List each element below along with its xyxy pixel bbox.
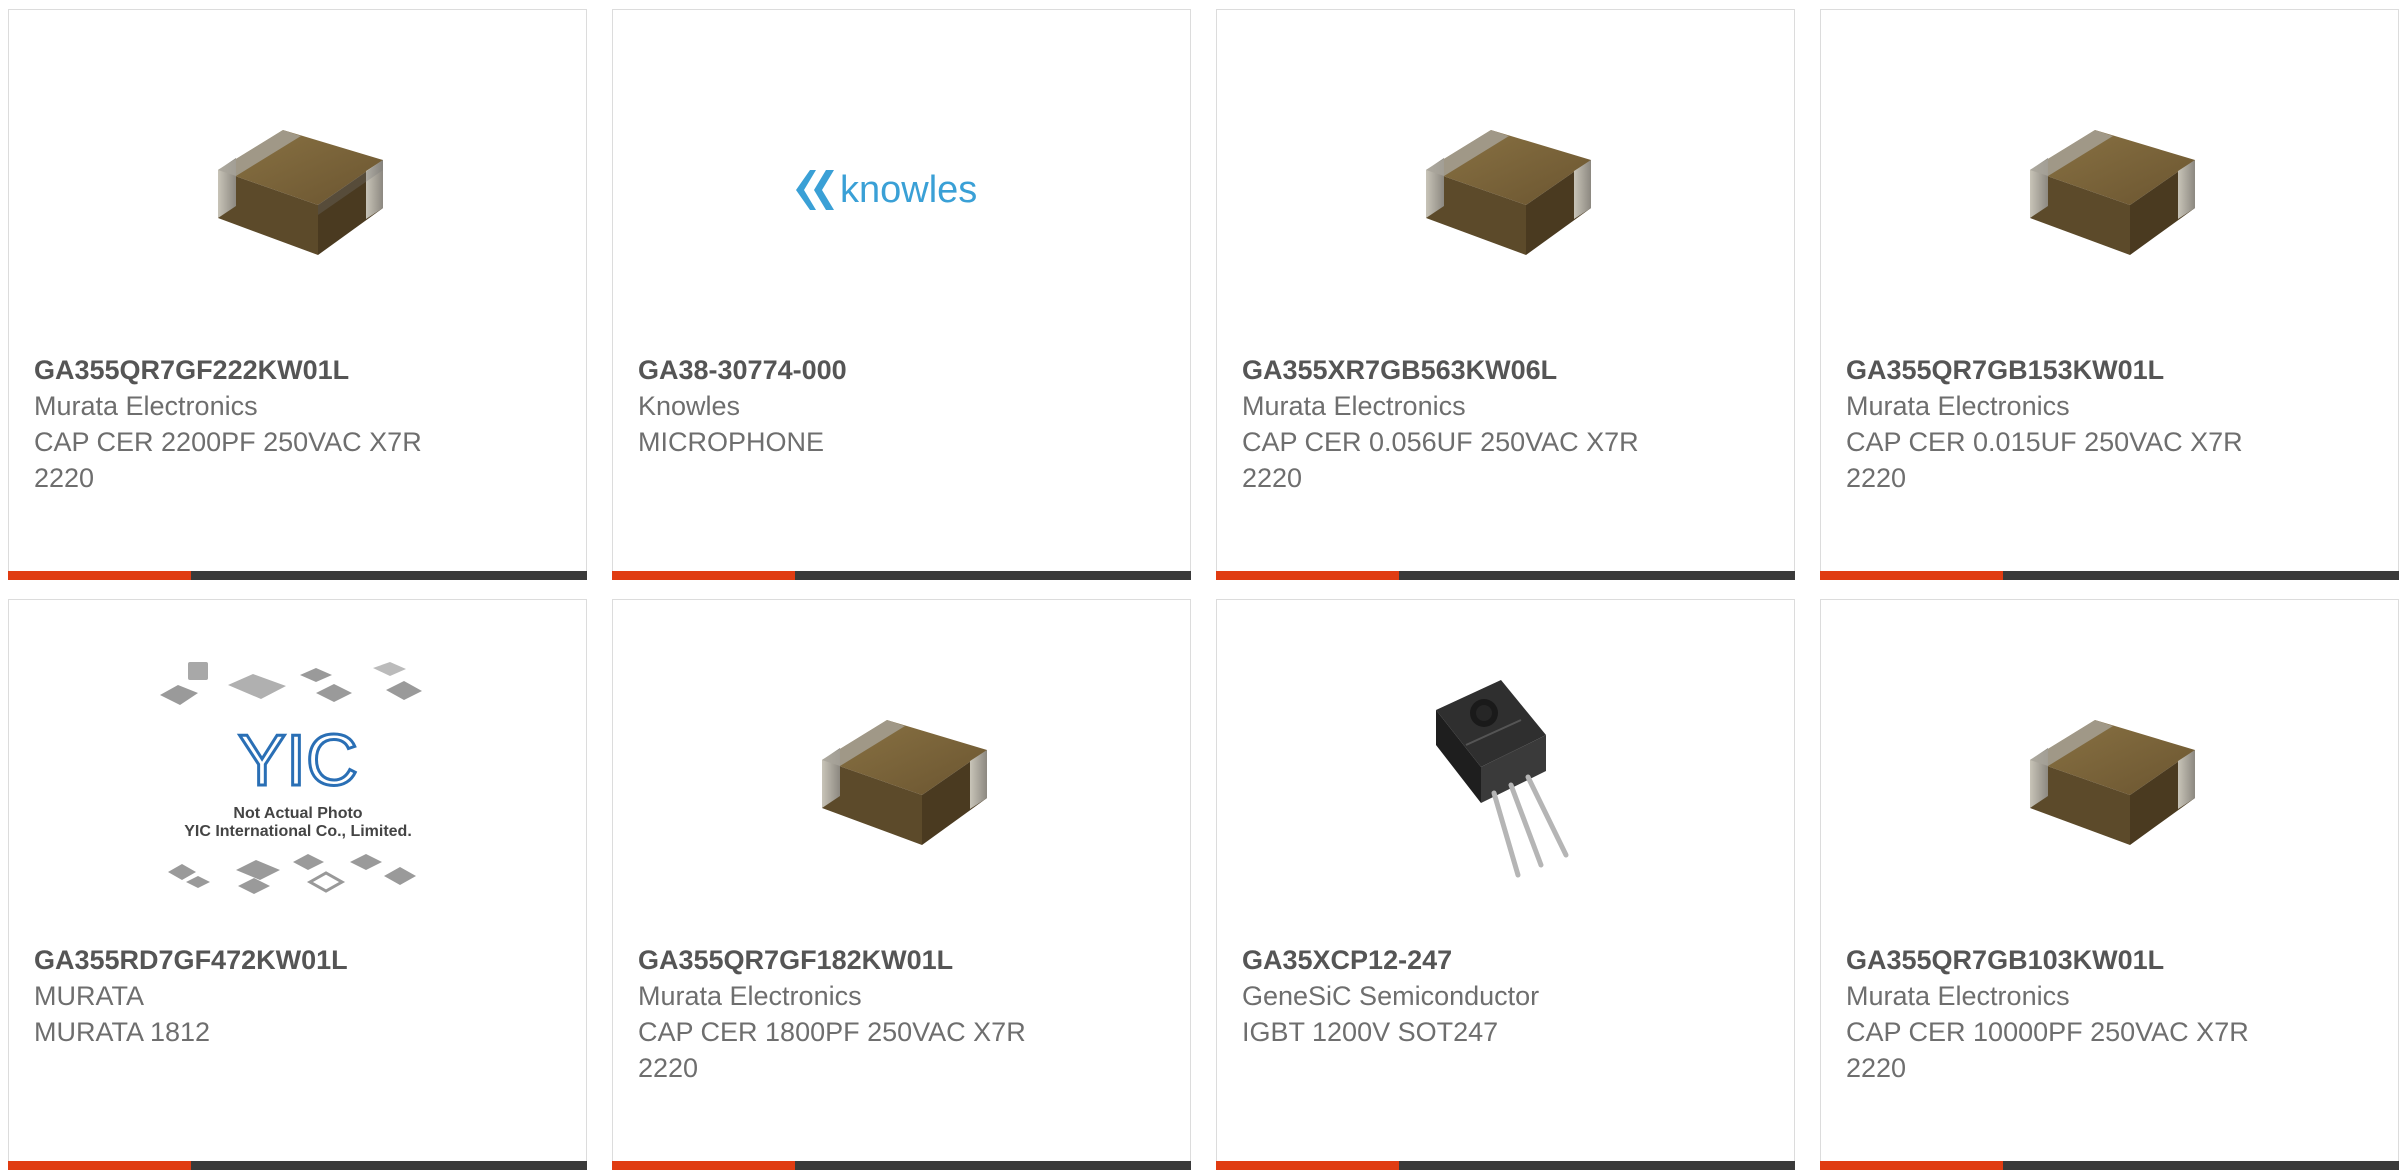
card-bottom-bar bbox=[1820, 1161, 2399, 1170]
ceramic-capacitor-icon bbox=[1425, 130, 1591, 255]
ceramic-capacitor-icon bbox=[2029, 720, 2195, 845]
description: CAP CER 1800PF 250VAC X7R 2220 bbox=[638, 1017, 1026, 1083]
ceramic-capacitor-icon bbox=[2029, 130, 2195, 255]
manufacturer: Murata Electronics bbox=[1846, 981, 2070, 1011]
ceramic-capacitor-icon bbox=[821, 720, 987, 845]
card-accent-bar bbox=[612, 571, 795, 580]
part-number-link[interactable]: GA355QR7GB103KW01L bbox=[1846, 942, 2378, 978]
part-number-link[interactable]: GA355XR7GB563KW06L bbox=[1242, 352, 1774, 388]
manufacturer: Murata Electronics bbox=[1242, 391, 1466, 421]
product-image[interactable]: YIC Not Actual Photo YIC International C… bbox=[9, 660, 586, 900]
knowles-logo-text: knowles bbox=[840, 169, 977, 211]
product-card[interactable]: knowles GA38-30774-000 Knowles MICROPHON… bbox=[612, 9, 1191, 580]
description: IGBT 1200V SOT247 bbox=[1242, 1017, 1499, 1047]
product-image[interactable] bbox=[9, 80, 586, 300]
manufacturer: Murata Electronics bbox=[34, 391, 258, 421]
manufacturer: Knowles bbox=[638, 391, 741, 421]
part-number-link[interactable]: GA355QR7GB153KW01L bbox=[1846, 352, 2378, 388]
card-bottom-bar bbox=[1820, 571, 2399, 580]
ceramic-capacitor-icon bbox=[217, 130, 383, 255]
svg-text:YIC: YIC bbox=[237, 721, 357, 801]
product-card[interactable]: GA355QR7GB153KW01L Murata Electronics CA… bbox=[1820, 9, 2399, 580]
card-accent-bar bbox=[1216, 571, 1399, 580]
part-number-link[interactable]: GA35XCP12-247 bbox=[1242, 942, 1774, 978]
placeholder-line-2: YIC International Co., Limited. bbox=[184, 823, 412, 840]
description: MICROPHONE bbox=[638, 427, 825, 457]
description: MURATA 1812 bbox=[34, 1017, 211, 1047]
manufacturer: Murata Electronics bbox=[638, 981, 862, 1011]
card-accent-bar bbox=[612, 1161, 795, 1170]
description: CAP CER 0.015UF 250VAC X7R 2220 bbox=[1846, 427, 2243, 493]
product-image[interactable] bbox=[613, 670, 1190, 890]
card-bottom-bar bbox=[8, 571, 587, 580]
card-bottom-bar bbox=[612, 1161, 1191, 1170]
product-card[interactable]: GA355XR7GB563KW06L Murata Electronics CA… bbox=[1216, 9, 1795, 580]
product-grid: GA355QR7GF222KW01L Murata Electronics CA… bbox=[8, 9, 2399, 1170]
manufacturer: MURATA bbox=[34, 981, 144, 1011]
description: CAP CER 10000PF 250VAC X7R 2220 bbox=[1846, 1017, 2249, 1083]
product-card[interactable]: GA355QR7GF182KW01L Murata Electronics CA… bbox=[612, 599, 1191, 1170]
card-accent-bar bbox=[1820, 1161, 2003, 1170]
card-accent-bar bbox=[8, 1161, 191, 1170]
part-number-link[interactable]: GA38-30774-000 bbox=[638, 352, 1170, 388]
manufacturer: GeneSiC Semiconductor bbox=[1242, 981, 1540, 1011]
product-card[interactable]: GA35XCP12-247 GeneSiC Semiconductor IGBT… bbox=[1216, 599, 1795, 1170]
card-bottom-bar bbox=[1216, 1161, 1795, 1170]
manufacturer: Murata Electronics bbox=[1846, 391, 2070, 421]
to247-package-icon bbox=[1435, 680, 1568, 878]
product-image[interactable] bbox=[1217, 80, 1794, 300]
placeholder-line-1: Not Actual Photo bbox=[233, 805, 362, 822]
knowles-logo-icon: knowles bbox=[795, 169, 977, 211]
card-bottom-bar bbox=[612, 571, 1191, 580]
card-accent-bar bbox=[1216, 1161, 1399, 1170]
description: CAP CER 0.056UF 250VAC X7R 2220 bbox=[1242, 427, 1639, 493]
card-accent-bar bbox=[8, 571, 191, 580]
product-card[interactable]: YIC Not Actual Photo YIC International C… bbox=[8, 599, 587, 1170]
part-number-link[interactable]: GA355RD7GF472KW01L bbox=[34, 942, 566, 978]
product-image[interactable] bbox=[1821, 670, 2398, 890]
card-accent-bar bbox=[1820, 571, 2003, 580]
yic-placeholder-icon: YIC Not Actual Photo YIC International C… bbox=[159, 662, 422, 894]
part-number-link[interactable]: GA355QR7GF222KW01L bbox=[34, 352, 566, 388]
description: CAP CER 2200PF 250VAC X7R 2220 bbox=[34, 427, 422, 493]
part-number-link[interactable]: GA355QR7GF182KW01L bbox=[638, 942, 1170, 978]
product-image[interactable]: knowles bbox=[613, 80, 1190, 300]
product-image[interactable] bbox=[1821, 80, 2398, 300]
product-image[interactable] bbox=[1217, 670, 1794, 890]
product-card[interactable]: GA355QR7GF222KW01L Murata Electronics CA… bbox=[8, 9, 587, 580]
product-card[interactable]: GA355QR7GB103KW01L Murata Electronics CA… bbox=[1820, 599, 2399, 1170]
card-bottom-bar bbox=[8, 1161, 587, 1170]
card-bottom-bar bbox=[1216, 571, 1795, 580]
